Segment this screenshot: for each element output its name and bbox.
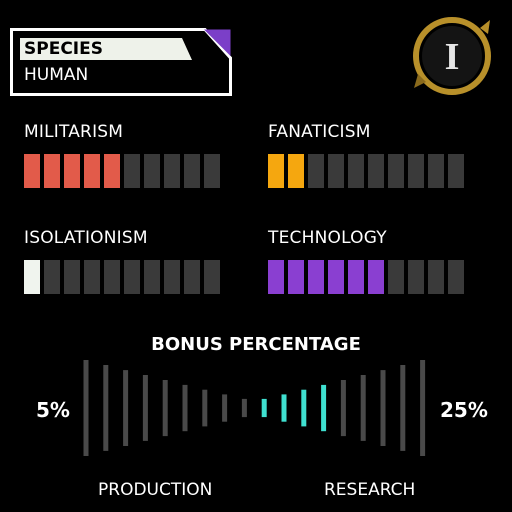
bonus-tick[interactable]	[222, 394, 228, 422]
bonus-tick[interactable]	[182, 384, 188, 432]
bonus-tick[interactable]	[142, 375, 148, 441]
bonus-tick-active[interactable]	[301, 389, 307, 427]
bonus-tick[interactable]	[340, 380, 346, 437]
bonus-tick-active[interactable]	[281, 394, 287, 422]
bonus-tick[interactable]	[103, 365, 109, 451]
bonus-tick[interactable]	[83, 360, 89, 456]
bonus-tick[interactable]	[380, 370, 386, 446]
production-label: PRODUCTION	[98, 480, 213, 500]
bonus-tick[interactable]	[360, 375, 366, 441]
bonus-slider[interactable]	[0, 0, 512, 512]
bonus-tick[interactable]	[162, 380, 168, 437]
bonus-tick-active[interactable]	[261, 398, 267, 418]
research-label: RESEARCH	[324, 480, 416, 500]
bonus-tick[interactable]	[202, 389, 208, 427]
bonus-tick-active[interactable]	[321, 384, 327, 432]
bonus-tick[interactable]	[123, 370, 129, 446]
bonus-tick[interactable]	[400, 365, 406, 451]
bonus-tick[interactable]	[420, 360, 426, 456]
bonus-tick[interactable]	[241, 398, 247, 418]
